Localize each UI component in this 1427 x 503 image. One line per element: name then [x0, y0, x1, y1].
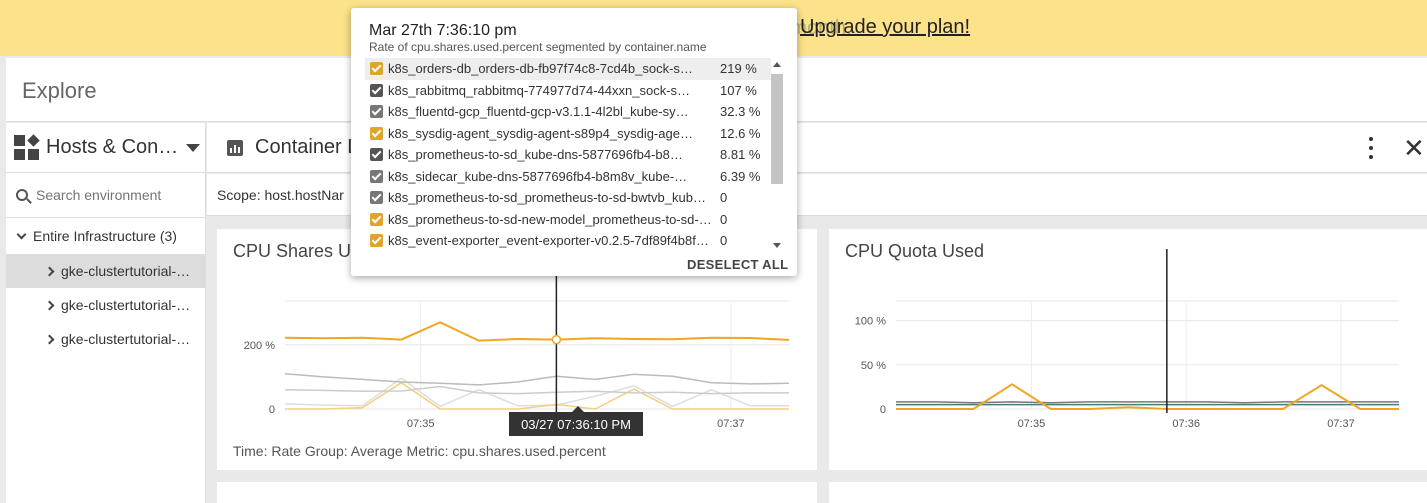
series-value: 0 — [720, 233, 728, 249]
checkbox-icon[interactable] — [370, 62, 383, 76]
cpu-quota-chart: 0 50 % 100 % 07:35 07:36 07:37 — [855, 249, 1399, 430]
tree-item-host[interactable]: gke-clustertutorial-… — [6, 322, 205, 356]
series-name: k8s_sysdig-agent_sysdig-agent-s89p4_sysd… — [388, 125, 693, 141]
checkbox-icon[interactable] — [370, 148, 383, 162]
series-row[interactable]: k8s_sysdig-agent_sysdig-agent-s89p4_sysd… — [365, 123, 771, 145]
tree-root-label: Entire Infrastructure (3) — [33, 228, 177, 244]
series-row[interactable]: k8s_prometheus-to-sd_kube-dns-5877696fb4… — [365, 144, 771, 166]
series-value: 107 % — [720, 82, 757, 98]
search-icon — [16, 189, 28, 201]
series-row[interactable]: k8s_orders-db_orders-db-fb97f74c8-7cd4b_… — [365, 58, 771, 80]
chevron-down-icon — [16, 229, 27, 239]
series-value: 0 — [720, 190, 728, 206]
popup-scrollbar[interactable] — [771, 62, 783, 248]
scroll-up-icon[interactable] — [773, 62, 781, 67]
series-name: k8s_orders-db_orders-db-fb97f74c8-7cd4b_… — [388, 61, 693, 77]
panel-footer: Time: Rate Group: Average Metric: cpu.sh… — [233, 443, 606, 459]
x-tick-label: 07:35 — [1018, 418, 1046, 430]
legend-popup: Mar 27th 7:36:10 pm Rate of cpu.shares.u… — [351, 8, 797, 276]
series-value: 219 % — [720, 61, 757, 77]
sidebar-title: Hosts & Con… — [46, 136, 179, 158]
series-value: 0 — [720, 211, 728, 227]
series-row[interactable]: k8s_fluentd-gcp_fluentd-gcp-v3.1.1-4l2bl… — [365, 101, 771, 123]
series-row[interactable]: k8s_prometheus-to-sd-new-model_prometheu… — [365, 209, 771, 231]
page-title: Explore — [22, 78, 97, 103]
popup-timestamp: Mar 27th 7:36:10 pm — [369, 22, 517, 39]
chevron-down-icon — [186, 143, 201, 152]
series-name: k8s_event-exporter_event-exporter-v0.2.5… — [388, 233, 713, 249]
y-tick-label: 50 % — [861, 360, 886, 372]
checkbox-icon[interactable] — [370, 191, 383, 205]
tree-root-infrastructure[interactable]: Entire Infrastructure (3) — [6, 218, 205, 254]
dashboard-icon — [227, 140, 243, 156]
dashboard-title: Container L — [255, 136, 359, 158]
checkbox-icon[interactable] — [370, 126, 383, 140]
series-line — [896, 401, 1399, 404]
search-input[interactable] — [36, 187, 196, 203]
series-name: k8s_sidecar_kube-dns-5877696fb4-b8m8v_ku… — [388, 168, 688, 184]
series-row[interactable]: k8s_rabbitmq_rabbitmq-774977d74-44xxn_so… — [365, 80, 771, 102]
series-row[interactable]: k8s_event-exporter_event-exporter-v0.2.5… — [365, 230, 771, 252]
y-tick-label: 0 — [269, 404, 275, 416]
series-value: 8.81 % — [720, 147, 761, 163]
scroll-down-icon[interactable] — [773, 243, 781, 248]
popup-subtitle: Rate of cpu.shares.used.percent segmente… — [369, 40, 707, 54]
checkbox-icon[interactable] — [370, 234, 383, 248]
tree-item-label: gke-clustertutorial-… — [61, 263, 191, 279]
more-options-icon[interactable] — [1369, 137, 1373, 159]
memory-panel — [217, 482, 817, 503]
x-tick-label: 07:36 — [1172, 418, 1200, 430]
series-list: k8s_orders-db_orders-db-fb97f74c8-7cd4b_… — [365, 58, 771, 248]
sidebar: Hosts & Con… Entire Infrastructure (3) g… — [6, 123, 206, 503]
series-name: k8s_prometheus-to-sd-new-model_prometheu… — [388, 211, 713, 227]
hosts-containers-dropdown[interactable]: Hosts & Con… — [6, 123, 205, 173]
x-tick-label: 07:37 — [1327, 418, 1355, 430]
y-tick-label: 0 — [880, 404, 886, 416]
series-name: k8s_fluentd-gcp_fluentd-gcp-v3.1.1-4l2bl… — [388, 104, 689, 120]
close-icon[interactable]: ✕ — [1403, 135, 1425, 161]
y-tick-label: 100 % — [855, 316, 886, 328]
x-tick-label: 07:35 — [407, 418, 435, 430]
series-line — [284, 321, 790, 342]
cpu-quota-panel: CPU Quota Used 0 50 % 100 % 07:35 07:36 07:37 — [829, 229, 1427, 470]
y-tick-label: 200 % — [244, 340, 275, 352]
scope-label[interactable]: Scope: host.hostNar — [217, 187, 344, 203]
hover-point — [551, 334, 562, 345]
memory-limit-panel — [829, 482, 1427, 503]
tree-item-label: gke-clustertutorial-… — [61, 297, 191, 313]
x-tick-label: 07:37 — [717, 418, 745, 430]
scroll-thumb[interactable] — [771, 74, 783, 184]
series-value: 12.6 % — [720, 125, 761, 141]
time-tooltip: 03/27 07:36:10 PM — [509, 412, 643, 436]
hosts-containers-icon — [14, 133, 40, 161]
series-row[interactable]: k8s_prometheus-to-sd_prometheus-to-sd-bw… — [365, 187, 771, 209]
deselect-all-button[interactable]: DESELECT ALL — [687, 257, 788, 272]
tree-item-host[interactable]: gke-clustertutorial-… — [6, 288, 205, 322]
tree-item-host[interactable]: gke-clustertutorial-… — [6, 254, 205, 288]
chevron-right-icon — [44, 266, 55, 276]
series-name: k8s_prometheus-to-sd_prometheus-to-sd-bw… — [388, 190, 713, 206]
series-name: k8s_rabbitmq_rabbitmq-774977d74-44xxn_so… — [388, 82, 691, 98]
series-line — [284, 372, 790, 386]
checkbox-icon[interactable] — [370, 212, 383, 226]
tree-item-label: gke-clustertutorial-… — [61, 331, 191, 347]
checkbox-icon[interactable] — [370, 83, 383, 97]
series-value: 6.39 % — [720, 168, 761, 184]
checkbox-icon[interactable] — [370, 105, 383, 119]
checkbox-icon[interactable] — [370, 169, 383, 183]
search-bar — [6, 173, 205, 218]
chevron-right-icon — [44, 300, 55, 310]
chevron-right-icon — [44, 334, 55, 344]
series-name: k8s_prometheus-to-sd_kube-dns-5877696fb4… — [388, 147, 683, 163]
series-value: 32.3 % — [720, 104, 761, 120]
series-row[interactable]: k8s_sidecar_kube-dns-5877696fb4-b8m8v_ku… — [365, 166, 771, 188]
upgrade-link[interactable]: Upgrade your plan! — [800, 16, 970, 39]
